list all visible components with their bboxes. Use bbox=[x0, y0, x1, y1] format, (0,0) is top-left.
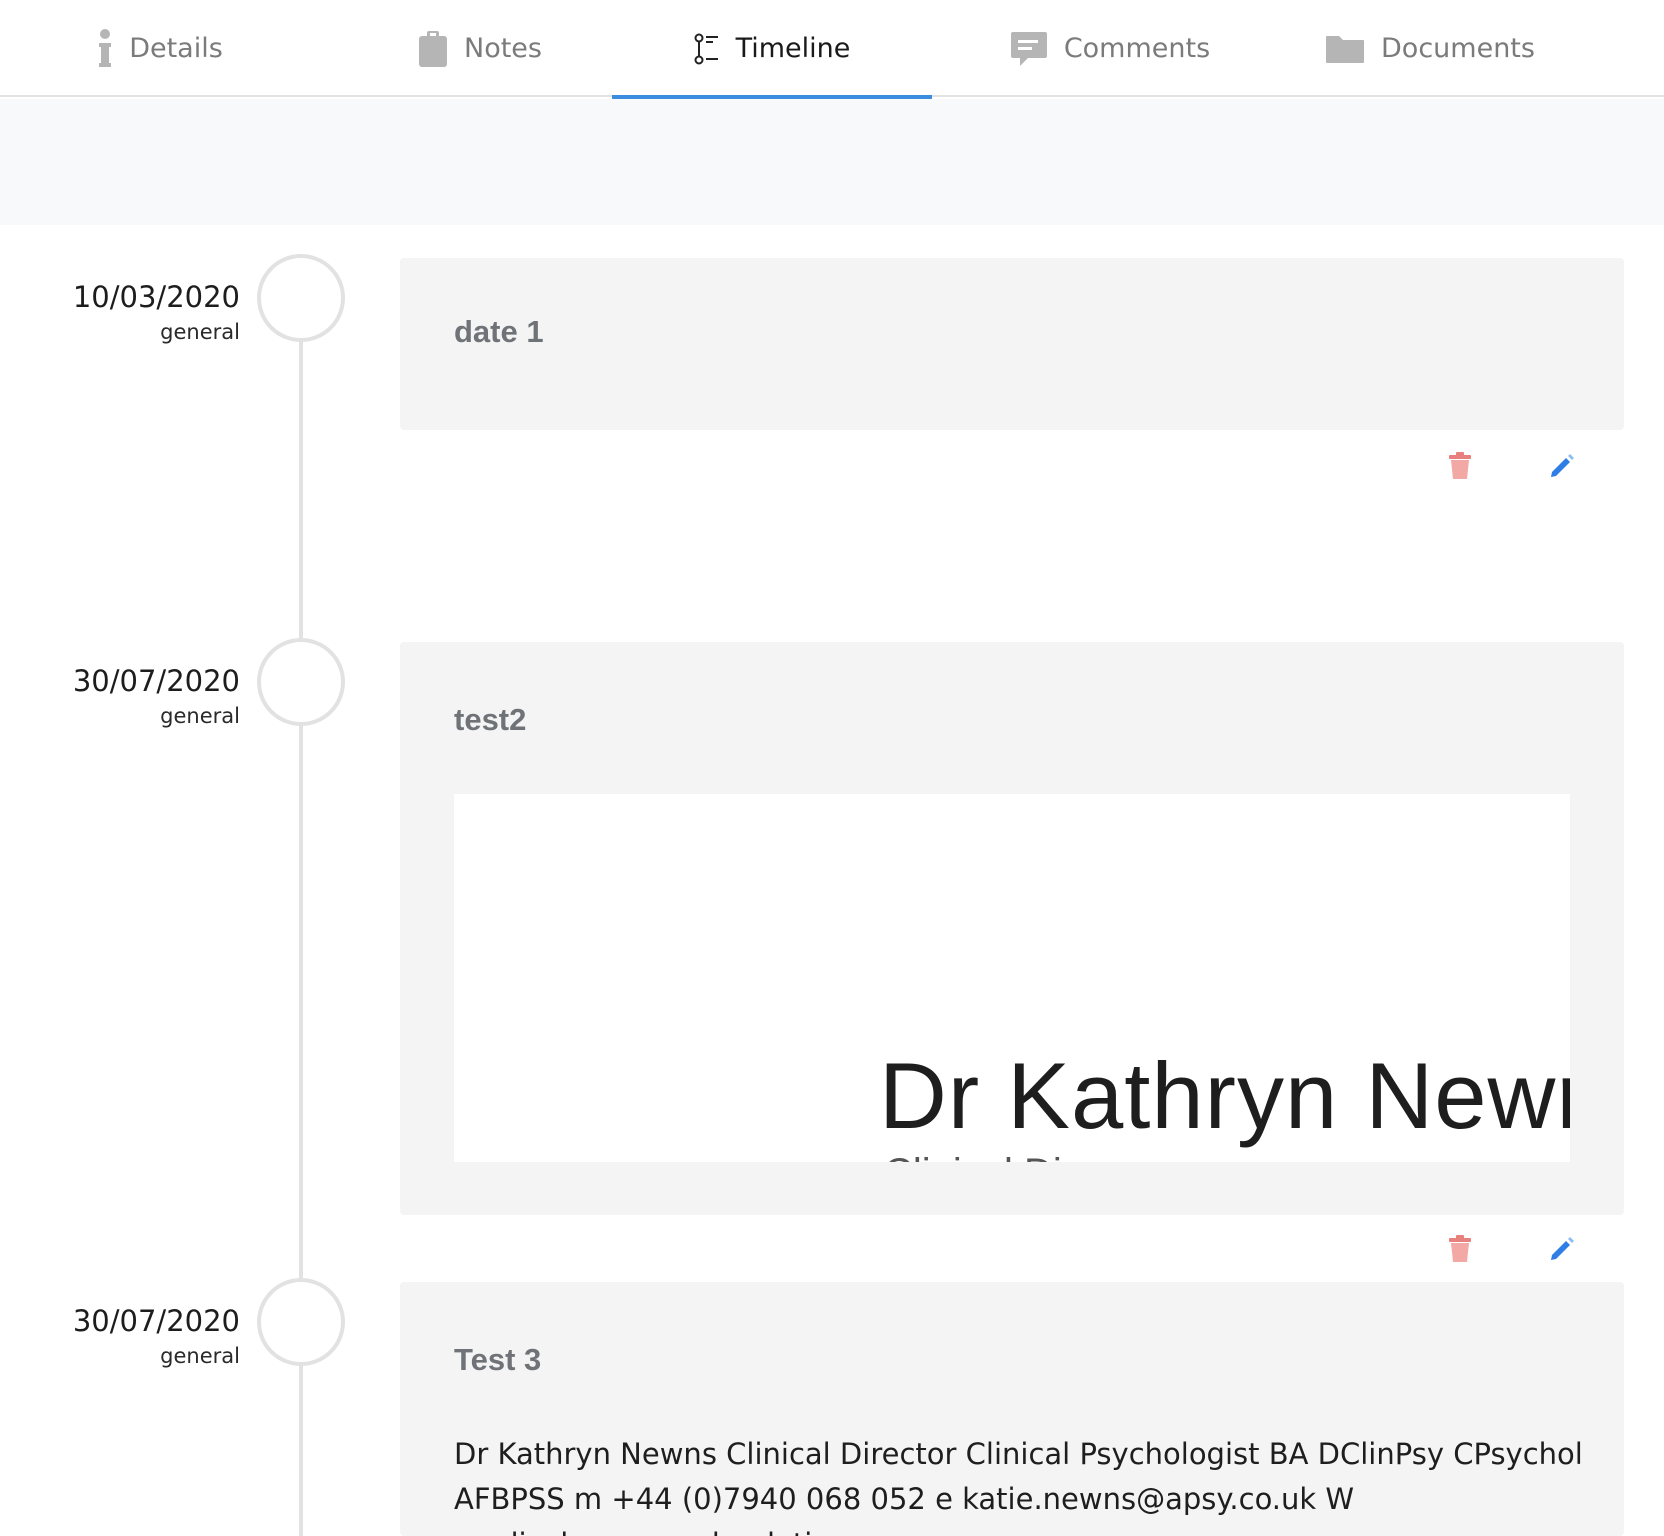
timeline-icon bbox=[694, 33, 720, 65]
pencil-icon bbox=[1551, 1237, 1574, 1260]
image-subtext: Clinical Di bbox=[884, 1151, 1062, 1162]
entry-category: general bbox=[160, 1344, 240, 1368]
tab-timeline-label: Timeline bbox=[735, 33, 851, 64]
info-icon bbox=[97, 28, 113, 69]
tab-notes-label: Notes bbox=[464, 33, 542, 64]
pencil-icon bbox=[1551, 454, 1574, 477]
tab-timeline[interactable]: Timeline bbox=[612, 0, 932, 99]
tab-documents[interactable]: Documents bbox=[1300, 0, 1560, 97]
tab-comments[interactable]: Comments bbox=[980, 0, 1240, 97]
tab-notes[interactable]: Notes bbox=[360, 0, 600, 97]
entry-category: general bbox=[160, 320, 240, 344]
timeline-card: Test 3 Dr Kathryn Newns Clinical Directo… bbox=[400, 1282, 1624, 1536]
timeline-node bbox=[257, 254, 345, 342]
entry-date: 10/03/2020 bbox=[72, 280, 240, 314]
tab-details-label: Details bbox=[129, 33, 223, 64]
delete-button[interactable] bbox=[1443, 1232, 1477, 1266]
image-text: Dr Kathryn Newr bbox=[879, 1043, 1570, 1148]
entry-body: Dr Kathryn Newns Clinical Director Clini… bbox=[454, 1437, 1583, 1536]
entry-category: general bbox=[160, 704, 240, 728]
tab-documents-label: Documents bbox=[1381, 33, 1535, 64]
tab-details[interactable]: Details bbox=[40, 0, 280, 97]
timeline-node bbox=[257, 638, 345, 726]
clipboard-icon bbox=[418, 30, 448, 68]
timeline-card: test2 Dr Kathryn Newr Clinical Di bbox=[400, 642, 1624, 1215]
edit-button[interactable] bbox=[1545, 449, 1579, 483]
delete-button[interactable] bbox=[1443, 449, 1477, 483]
entry-title: date 1 bbox=[454, 314, 544, 349]
trash-icon bbox=[1449, 1235, 1471, 1262]
trash-icon bbox=[1449, 452, 1471, 479]
tab-bar: Details Notes Timeline Comments Document… bbox=[0, 0, 1664, 99]
entry-title: test2 bbox=[454, 702, 527, 737]
attached-image: Dr Kathryn Newr Clinical Di bbox=[454, 794, 1570, 1162]
entry-title: Test 3 bbox=[454, 1342, 542, 1377]
edit-button[interactable] bbox=[1545, 1232, 1579, 1266]
filter-band bbox=[0, 99, 1664, 225]
timeline-node bbox=[257, 1278, 345, 1366]
tab-comments-label: Comments bbox=[1063, 33, 1211, 64]
entry-date: 30/07/2020 bbox=[72, 664, 240, 698]
comment-icon bbox=[1010, 30, 1048, 68]
timeline-card: date 1 bbox=[400, 258, 1624, 430]
entry-date: 30/07/2020 bbox=[72, 1304, 240, 1338]
folder-icon bbox=[1325, 34, 1365, 64]
